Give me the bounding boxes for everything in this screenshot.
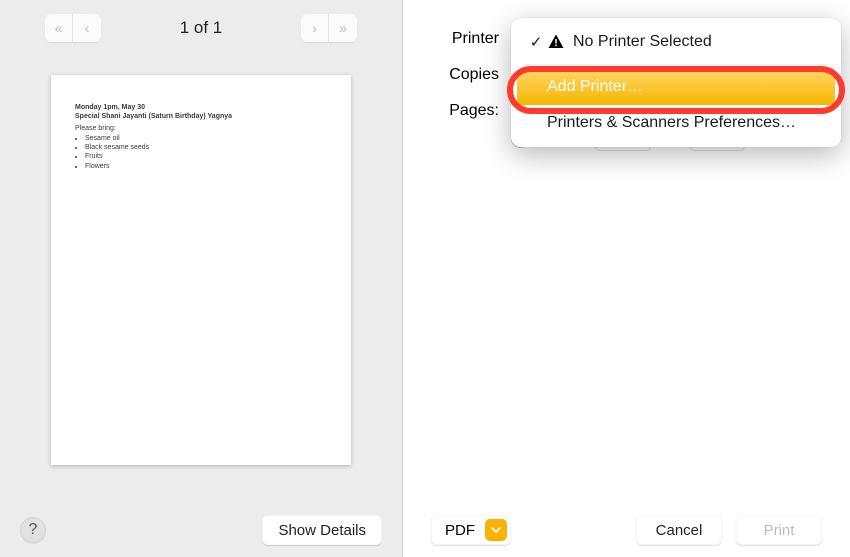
last-page-button[interactable]: » bbox=[329, 14, 357, 42]
menu-item-printer-prefs[interactable]: Printers & Scanners Preferences… bbox=[517, 105, 835, 141]
copies-label: Copies bbox=[403, 66, 499, 84]
menu-separator bbox=[525, 64, 827, 65]
printer-dropdown-menu: ✓ No Printer Selected Add Printer… Print… bbox=[511, 18, 841, 147]
chevrons-left-icon: « bbox=[55, 20, 63, 36]
options-footer: PDF Cancel Print bbox=[403, 515, 850, 545]
prev-page-button[interactable]: ‹ bbox=[73, 14, 101, 42]
doc-line1: Monday 1pm, May 30 bbox=[75, 103, 327, 112]
menu-item-add-printer[interactable]: Add Printer… bbox=[517, 69, 835, 105]
chevron-right-icon: › bbox=[312, 20, 317, 36]
menu-item-no-printer[interactable]: ✓ No Printer Selected bbox=[517, 24, 835, 60]
doc-list-item: Fruits bbox=[85, 152, 327, 161]
first-page-button[interactable]: « bbox=[45, 14, 73, 42]
cancel-button[interactable]: Cancel bbox=[636, 515, 722, 545]
chevron-down-icon bbox=[485, 519, 507, 541]
doc-intro: Please bring: bbox=[75, 124, 327, 133]
menu-item-label: Printers & Scanners Preferences… bbox=[547, 114, 796, 132]
page-forward-group: › » bbox=[301, 14, 357, 42]
doc-list-item: Flowers bbox=[85, 162, 327, 171]
options-pane: Printer Copies Pages: All From: to: ✓ bbox=[403, 0, 850, 557]
printer-label: Printer bbox=[403, 30, 499, 48]
menu-item-label: No Printer Selected bbox=[573, 33, 712, 51]
help-button[interactable]: ? bbox=[20, 517, 46, 543]
preview-footer: ? Show Details bbox=[0, 515, 402, 545]
next-page-button[interactable]: › bbox=[301, 14, 329, 42]
print-dialog: « ‹ 1 of 1 › » Monday 1pm, May 30 Specia… bbox=[0, 0, 850, 557]
check-icon: ✓ bbox=[527, 33, 545, 51]
help-icon: ? bbox=[29, 521, 38, 539]
warning-icon bbox=[547, 33, 565, 51]
chevron-left-icon: ‹ bbox=[85, 20, 90, 36]
doc-list-item: Sesame oil bbox=[85, 134, 327, 143]
doc-list-item: Black sesame seeds bbox=[85, 143, 327, 152]
page-back-group: « ‹ bbox=[45, 14, 101, 42]
show-details-button[interactable]: Show Details bbox=[262, 515, 382, 545]
preview-pane: « ‹ 1 of 1 › » Monday 1pm, May 30 Specia… bbox=[0, 0, 403, 557]
doc-list: Sesame oil Black sesame seeds Fruits Flo… bbox=[85, 134, 327, 170]
preview-header: « ‹ 1 of 1 › » bbox=[0, 0, 402, 55]
chevrons-right-icon: » bbox=[339, 20, 347, 36]
menu-item-label: Add Printer… bbox=[547, 78, 643, 96]
pdf-label: PDF bbox=[445, 522, 475, 539]
page-counter: 1 of 1 bbox=[180, 18, 223, 38]
pdf-menu-button[interactable]: PDF bbox=[431, 515, 511, 545]
page-thumbnail: Monday 1pm, May 30 Special Shani Jayanti… bbox=[51, 75, 351, 465]
pages-label: Pages: bbox=[403, 102, 499, 120]
print-button[interactable]: Print bbox=[736, 515, 822, 545]
doc-line2: Special Shani Jayanti (Saturn Birthday) … bbox=[75, 112, 327, 121]
